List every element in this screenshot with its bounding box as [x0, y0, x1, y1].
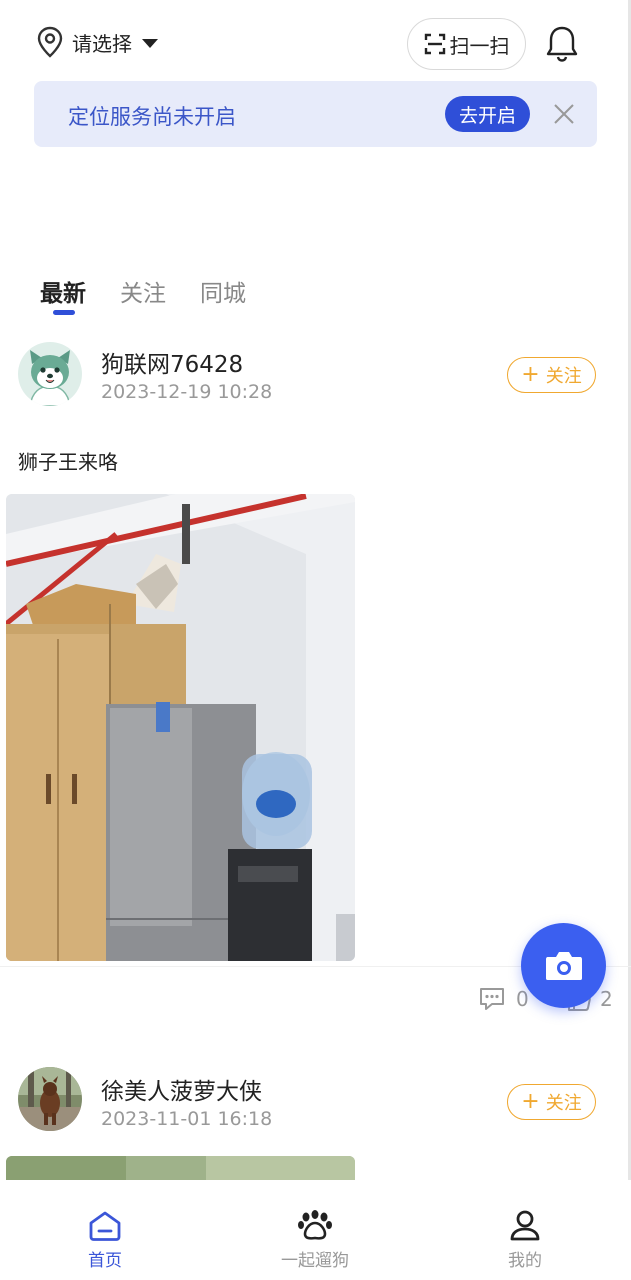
- location-selector[interactable]: 请选择: [36, 26, 158, 58]
- post-timestamp: 2023-12-19 10:28: [101, 381, 273, 403]
- tab-nearby[interactable]: 同城: [200, 274, 246, 308]
- avatar[interactable]: [18, 1067, 82, 1131]
- active-tab-indicator: [53, 310, 75, 315]
- chevron-down-icon: [142, 38, 158, 48]
- paw-icon: [298, 1210, 332, 1240]
- post-username[interactable]: 徐美人菠萝大侠: [101, 1072, 262, 1106]
- user-icon: [510, 1210, 540, 1241]
- enable-location-button[interactable]: 去开启: [445, 96, 530, 132]
- bottom-navigation: 首页 一起遛狗 我的: [0, 1180, 631, 1280]
- banner-text: 定位服务尚未开启: [68, 105, 236, 129]
- nav-profile[interactable]: 我的: [465, 1210, 585, 1271]
- feed-tabs: 最新 关注 同城: [40, 274, 280, 308]
- scan-button[interactable]: 扫一扫: [407, 18, 526, 70]
- scan-icon: [424, 33, 445, 55]
- close-icon[interactable]: [551, 101, 577, 127]
- scan-label: 扫一扫: [449, 33, 510, 58]
- location-pin-icon: [37, 26, 63, 58]
- like-count-value: 2: [600, 987, 613, 1011]
- post-photo[interactable]: [6, 494, 355, 961]
- nav-profile-label: 我的: [508, 1251, 542, 1271]
- camera-icon: [545, 951, 582, 980]
- post-username[interactable]: 狗联网76428: [101, 345, 243, 379]
- comment-count-value: 0: [516, 987, 529, 1011]
- comment-count[interactable]: 0: [478, 986, 529, 1012]
- nav-home[interactable]: 首页: [45, 1210, 165, 1271]
- follow-label: 关注: [545, 1093, 582, 1114]
- camera-button[interactable]: [521, 923, 606, 1008]
- follow-button[interactable]: + 关注: [507, 357, 596, 393]
- tab-following[interactable]: 关注: [120, 274, 166, 308]
- location-label: 请选择: [72, 31, 132, 56]
- top-bar: 请选择 扫一扫: [0, 0, 631, 80]
- plus-icon: +: [521, 1089, 540, 1114]
- follow-button[interactable]: + 关注: [507, 1084, 596, 1120]
- avatar[interactable]: [18, 342, 82, 406]
- follow-label: 关注: [545, 366, 582, 387]
- bell-icon[interactable]: [544, 24, 580, 62]
- nav-walk-dog-label: 一起遛狗: [281, 1251, 349, 1271]
- nav-walk-dog[interactable]: 一起遛狗: [255, 1210, 375, 1271]
- home-icon: [89, 1211, 121, 1241]
- post-text: 狮子王来咯: [18, 450, 118, 474]
- comment-icon: [480, 988, 504, 1010]
- post-photo[interactable]: [6, 1156, 355, 1180]
- tab-latest[interactable]: 最新: [40, 274, 86, 308]
- post-timestamp: 2023-11-01 16:18: [101, 1108, 273, 1130]
- nav-home-label: 首页: [88, 1251, 122, 1271]
- location-service-banner: 定位服务尚未开启 去开启: [34, 81, 597, 147]
- plus-icon: +: [521, 362, 540, 387]
